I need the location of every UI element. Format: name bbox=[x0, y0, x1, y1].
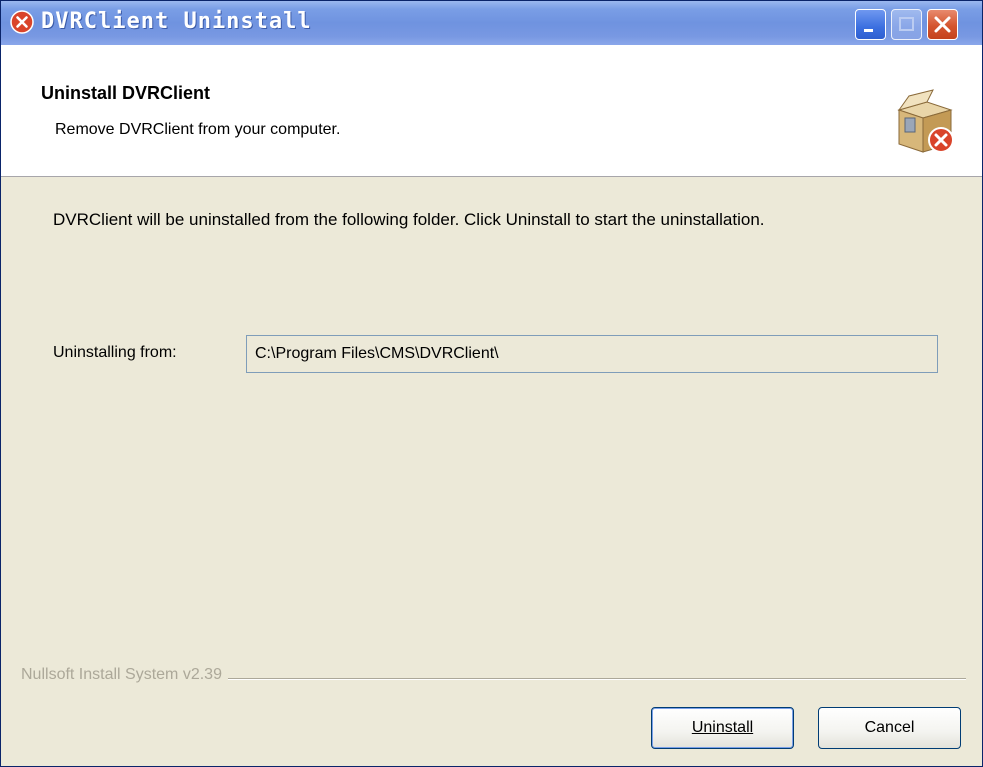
uninstall-path-field[interactable]: C:\Program Files\CMS\DVRClient\ bbox=[246, 335, 938, 373]
window-title: DVRClient Uninstall bbox=[41, 9, 312, 34]
uninstall-button[interactable]: Uninstall bbox=[651, 707, 794, 749]
uninstall-box-icon bbox=[897, 89, 954, 153]
minimize-button[interactable] bbox=[855, 9, 886, 40]
page-title: Uninstall DVRClient bbox=[41, 83, 211, 103]
title-bar[interactable]: DVRClient Uninstall bbox=[1, 1, 982, 45]
maximize-button bbox=[891, 9, 922, 40]
branding-text: Nullsoft Install System v2.39 bbox=[21, 666, 228, 684]
page-subtitle: Remove DVRClient from your computer. bbox=[55, 121, 341, 138]
close-button[interactable] bbox=[927, 9, 958, 40]
uninstall-button-label: Uninstall bbox=[691, 719, 754, 736]
uninstall-dialog: DVRClient Uninstall Uninstall DVRClient … bbox=[0, 0, 983, 767]
uninstall-app-icon bbox=[10, 10, 34, 34]
uninstall-from-label: Uninstalling from: bbox=[53, 344, 177, 361]
minimize-icon bbox=[864, 29, 873, 32]
uninstall-description: DVRClient will be uninstalled from the f… bbox=[53, 210, 765, 229]
header-panel: Uninstall DVRClient Remove DVRClient fro… bbox=[1, 45, 982, 177]
close-icon bbox=[934, 16, 951, 33]
cancel-button-label: Cancel bbox=[864, 719, 915, 736]
cancel-button[interactable]: Cancel bbox=[818, 707, 961, 749]
maximize-icon bbox=[899, 17, 914, 31]
